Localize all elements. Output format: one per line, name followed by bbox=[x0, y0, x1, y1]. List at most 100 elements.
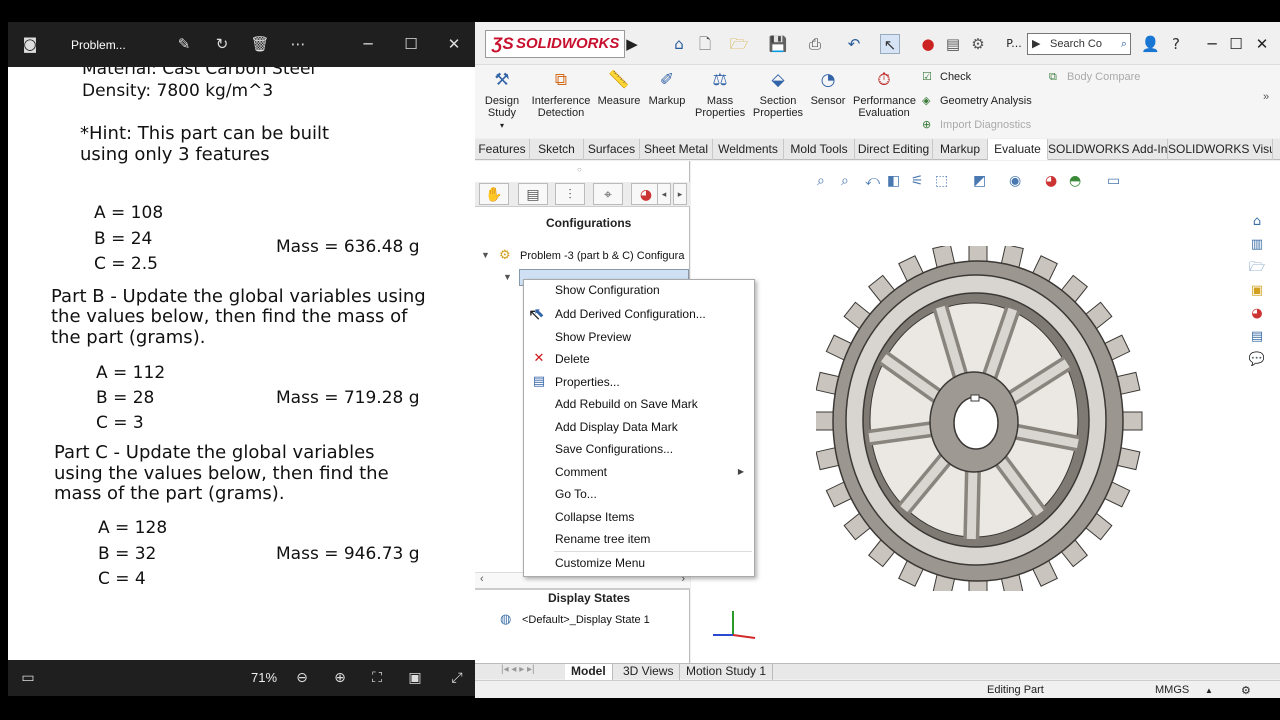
options-gear-icon[interactable]: ⚙ bbox=[969, 34, 987, 54]
menu-item-add-rebuild-on-save-mark[interactable]: Add Rebuild on Save Mark bbox=[524, 394, 754, 414]
maximize-icon[interactable]: ☐ bbox=[1227, 34, 1245, 54]
tab-surfaces[interactable]: Surfaces bbox=[584, 139, 640, 160]
trash-icon[interactable]: 🗑 bbox=[250, 34, 270, 54]
tab-markup[interactable]: Markup bbox=[933, 139, 988, 160]
display-style-icon[interactable]: ◩ bbox=[973, 173, 986, 189]
config-tree-root[interactable]: Problem -3 (part b & C) Configura bbox=[520, 250, 688, 262]
minimize-icon[interactable]: ─ bbox=[358, 34, 378, 54]
tab-solidworks-visualize[interactable]: SOLIDWORKS Visu... bbox=[1168, 139, 1273, 160]
mass-properties-button[interactable]: ⚖ Mass Properties bbox=[695, 69, 745, 119]
panel-scroll-right-icon[interactable]: ▸ bbox=[673, 183, 687, 205]
gear-model[interactable] bbox=[816, 246, 1146, 591]
fullscreen-icon[interactable]: ⤢ bbox=[447, 668, 467, 688]
close-icon[interactable]: ✕ bbox=[444, 34, 464, 54]
zoom-to-fit-icon[interactable]: ⌕ bbox=[817, 173, 825, 189]
filmstrip-icon[interactable]: ▭ bbox=[18, 668, 38, 688]
configurationmanager-tab-icon[interactable]: ⫶ bbox=[555, 183, 585, 205]
edit-icon[interactable]: ✎ bbox=[174, 34, 194, 54]
tab-sheet-metal[interactable]: Sheet Metal bbox=[640, 139, 713, 160]
markup-button[interactable]: ✐ Markup bbox=[645, 69, 689, 107]
tab-mold-tools[interactable]: Mold Tools bbox=[784, 139, 855, 160]
tab-model[interactable]: Model bbox=[565, 664, 613, 680]
body-compare-button[interactable]: ⧉ Body Compare bbox=[1049, 70, 1140, 84]
dynamic-annotation-icon[interactable]: ⚟ bbox=[911, 173, 924, 189]
traffic-light-icon[interactable]: ● bbox=[919, 34, 937, 54]
expand-arrow-icon[interactable]: ▼ bbox=[481, 250, 490, 260]
dimxpert-tab-icon[interactable]: ⌖ bbox=[593, 183, 623, 205]
solidworks-logo[interactable]: ƷS SOLIDWORKS bbox=[485, 30, 625, 58]
display-state-item[interactable]: <Default>_Display State 1 bbox=[522, 614, 650, 626]
featuremanager-tab-icon[interactable]: ✋ bbox=[479, 183, 509, 205]
menu-arrow-icon[interactable]: ▶ bbox=[625, 34, 639, 54]
view-orientation-icon[interactable]: ⬚ bbox=[935, 173, 948, 189]
undo-icon[interactable]: ↶ bbox=[844, 34, 864, 54]
geometry-analysis-button[interactable]: ◈ Geometry Analysis bbox=[922, 94, 1032, 107]
fit-screen-icon[interactable]: ⛶ bbox=[367, 668, 387, 688]
propertymanager-tab-icon[interactable]: ▤ bbox=[518, 183, 548, 205]
tab-motion-study-1[interactable]: Motion Study 1 bbox=[680, 664, 774, 680]
design-study-button[interactable]: ⚒ Design Study ▾ bbox=[481, 69, 523, 132]
help-icon[interactable]: ? bbox=[1167, 34, 1185, 54]
expand-chevron-icon[interactable]: » bbox=[1263, 91, 1269, 103]
forum-icon[interactable]: 💬 bbox=[1247, 350, 1267, 370]
select-icon[interactable]: ↖ bbox=[880, 34, 900, 54]
panel-scroll-left-icon[interactable]: ◂ bbox=[657, 183, 671, 205]
zoom-out-icon[interactable]: ⊖ bbox=[292, 668, 312, 688]
units-selector[interactable]: MMGS bbox=[1155, 684, 1189, 696]
save-icon[interactable]: 💾 bbox=[768, 34, 788, 54]
custom-properties-icon[interactable]: ▤ bbox=[1247, 327, 1267, 347]
sensor-button[interactable]: ◔ Sensor bbox=[809, 69, 847, 107]
check-button[interactable]: ☑ Check bbox=[922, 70, 971, 83]
print-icon[interactable]: ⎙ bbox=[805, 34, 825, 54]
import-diagnostics-button[interactable]: ⊕ Import Diagnostics bbox=[922, 118, 1031, 131]
menu-item-customize-menu[interactable]: Customize Menu bbox=[524, 553, 754, 573]
menu-item-collapse-items[interactable]: Collapse Items bbox=[524, 507, 754, 527]
panel-splitter[interactable] bbox=[475, 588, 690, 590]
close-icon[interactable]: ✕ bbox=[1253, 34, 1271, 54]
zoom-area-icon[interactable]: ⌕ bbox=[841, 173, 849, 189]
performance-evaluation-button[interactable]: ⏱ Performance Evaluation bbox=[853, 69, 916, 119]
solidworks-resources-icon[interactable]: ⌂ bbox=[1247, 212, 1267, 232]
view-settings-icon[interactable]: ▭ bbox=[1107, 173, 1120, 189]
minimize-icon[interactable]: ─ bbox=[1203, 34, 1221, 54]
search-input[interactable]: ▶ Search Co ⌕ bbox=[1027, 33, 1131, 55]
expand-arrow-icon[interactable]: ▼ bbox=[503, 272, 512, 282]
units-dropdown-icon[interactable]: ▲ bbox=[1205, 686, 1213, 695]
menu-item-show-configuration[interactable]: Show Configuration bbox=[524, 280, 754, 300]
section-properties-button[interactable]: ⬙ Section Properties bbox=[751, 69, 805, 119]
tab-features[interactable]: Features bbox=[475, 139, 530, 160]
file-explorer-icon[interactable]: 🗁 bbox=[1247, 258, 1267, 278]
open-folder-icon[interactable]: 🗁 bbox=[729, 34, 749, 54]
home-icon[interactable]: ⌂ bbox=[669, 34, 689, 54]
hide-show-items-icon[interactable]: ◉ bbox=[1009, 173, 1021, 189]
interference-detection-button[interactable]: ⧉ Interference Detection bbox=[529, 69, 593, 119]
rotate-icon[interactable]: ↻ bbox=[212, 34, 232, 54]
file-properties-icon[interactable]: ▤ bbox=[944, 34, 962, 54]
maximize-icon[interactable]: ☐ bbox=[401, 34, 421, 54]
new-file-icon[interactable]: 🗋 bbox=[695, 34, 715, 54]
tab-sketch[interactable]: Sketch bbox=[530, 139, 584, 160]
menu-item-add-display-data-mark[interactable]: Add Display Data Mark bbox=[524, 417, 754, 437]
scroll-left-icon[interactable]: ‹ bbox=[480, 573, 484, 585]
edit-appearance-icon[interactable]: ◕ bbox=[1045, 173, 1057, 189]
user-icon[interactable]: 👤 bbox=[1141, 34, 1160, 54]
apply-scene-icon[interactable]: ◓ bbox=[1069, 173, 1081, 189]
tab-direct-editing[interactable]: Direct Editing bbox=[855, 139, 933, 160]
tab-solidworks-addins[interactable]: SOLIDWORKS Add-Ins bbox=[1048, 139, 1168, 160]
rebuild-status-icon[interactable]: ⚙ bbox=[1241, 684, 1251, 697]
menu-item-save-configurations[interactable]: Save Configurations... bbox=[524, 439, 754, 459]
zoom-in-icon[interactable]: ⊕ bbox=[330, 668, 350, 688]
graphics-area[interactable]: ⌕ ⌕ ⤺ ◧ ⚟ ⬚ ◩ ◉ ◕ ◓ ▭ bbox=[691, 161, 1280, 663]
menu-item-comment[interactable]: Comment ▶ bbox=[524, 462, 754, 482]
appearances-icon[interactable]: ◕ bbox=[1247, 304, 1267, 324]
menu-item-delete[interactable]: ✕ Delete bbox=[524, 349, 754, 369]
view-palette-icon[interactable]: ▣ bbox=[1247, 281, 1267, 301]
menu-item-show-preview[interactable]: Show Preview bbox=[524, 327, 754, 347]
menu-item-rename-tree-item[interactable]: Rename tree item bbox=[524, 529, 754, 549]
tab-weldments[interactable]: Weldments bbox=[713, 139, 784, 160]
menu-item-properties[interactable]: ▤ Properties... bbox=[524, 372, 754, 392]
design-library-icon[interactable]: ▥ bbox=[1247, 235, 1267, 255]
tab-nav-icons[interactable]: |◂ ◂ ▸ ▸| bbox=[501, 664, 535, 675]
section-view-icon[interactable]: ◧ bbox=[887, 173, 900, 189]
tab-3d-views[interactable]: 3D Views bbox=[617, 664, 681, 680]
